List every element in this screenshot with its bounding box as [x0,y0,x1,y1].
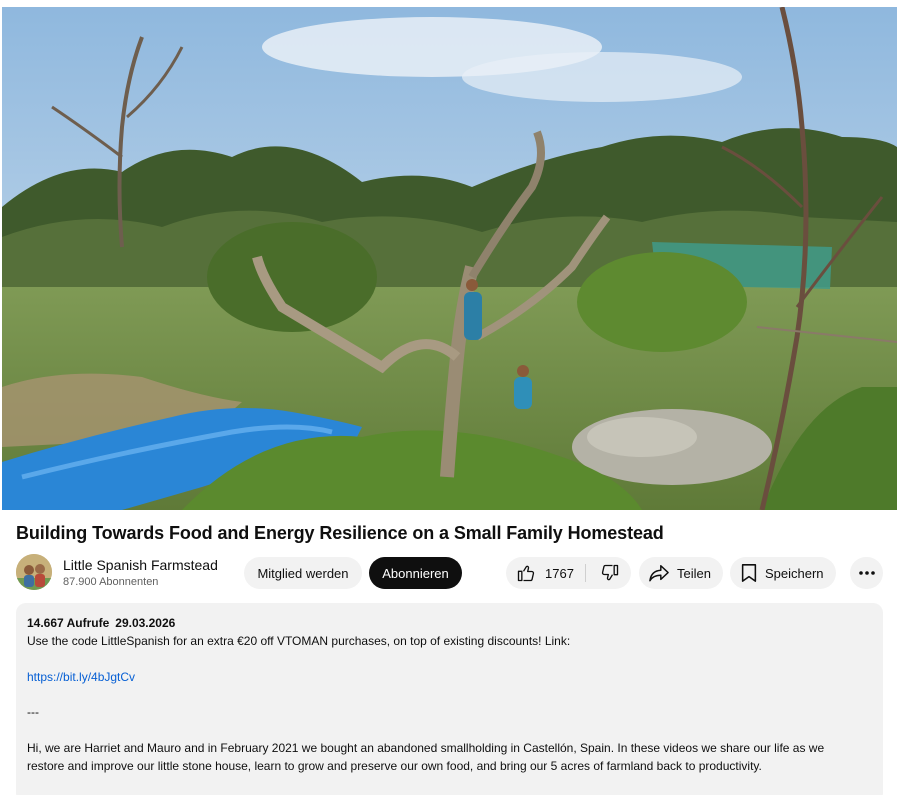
thumbs-down-icon [601,564,618,581]
thumbs-up-icon [517,565,535,582]
channel-avatar[interactable] [16,554,52,590]
video-player[interactable] [0,0,899,512]
description-separator: --- [27,705,39,719]
description-box[interactable]: 14.667 Aufrufe 29.03.2026 Use the code Li… [16,603,883,795]
share-label: Teilen [677,565,711,581]
dislike-button[interactable] [588,557,631,589]
video-title: Building Towards Food and Energy Resilie… [16,523,664,543]
more-horizontal-icon [858,571,875,575]
video-frame[interactable] [2,7,897,510]
subscriber-count: 87.900 Abonnenten [63,576,159,588]
view-count: 14.667 Aufrufe [27,616,110,630]
save-button[interactable]: Speichern [730,557,836,589]
avatar-image [16,554,52,590]
like-dislike-group: 1767 [506,557,631,589]
like-button[interactable]: 1767 [506,557,584,589]
upload-date: 29.03.2026 [115,616,176,630]
subscribe-button[interactable]: Abonnieren [369,557,462,589]
share-arrow-icon [649,565,669,582]
description-text: Hi, we are Harriet and Mauro and in Febr… [27,741,825,755]
description-text: restore and improve our little stone hou… [27,759,762,773]
description-promo: Use the code LittleSpanish for an extra … [27,634,571,648]
more-actions-button[interactable] [850,557,883,589]
channel-name[interactable]: Little Spanish Farmstead [63,557,218,573]
description-link[interactable]: https://bit.ly/4bJgtCv [27,668,135,686]
join-button[interactable]: Mitglied werden [244,557,362,589]
video-meta: 14.667 Aufrufe 29.03.2026 [27,616,175,630]
like-divider [585,564,586,582]
save-label: Speichern [765,565,824,581]
like-count: 1767 [545,565,574,581]
bookmark-icon [741,564,757,582]
video-thumbnail-scene [2,7,897,510]
share-button[interactable]: Teilen [639,557,723,589]
